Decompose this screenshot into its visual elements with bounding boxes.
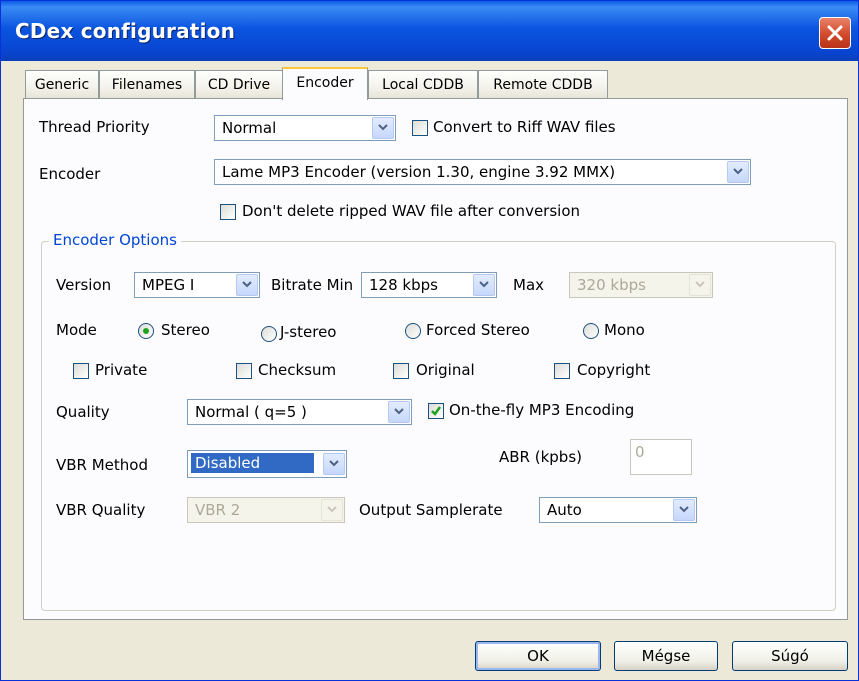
thread-priority-select[interactable]: Normal	[214, 115, 396, 141]
convert-riff-checkbox[interactable]	[412, 120, 428, 136]
checksum-label: Checksum	[258, 361, 337, 379]
version-label: Version	[56, 276, 112, 294]
chevron-down-icon	[673, 499, 695, 521]
mode-stereo-label: Stereo	[161, 321, 210, 339]
tab-filenames[interactable]: Filenames	[99, 70, 195, 99]
copyright-label: Copyright	[577, 361, 651, 379]
abr-input[interactable]: 0	[630, 439, 692, 475]
mode-forced-stereo-label: Forced Stereo	[426, 321, 530, 339]
tab-generic[interactable]: Generic	[25, 70, 99, 99]
close-button[interactable]	[819, 17, 851, 49]
vbr-method-label: VBR Method	[56, 456, 148, 474]
bitrate-max-label: Max	[513, 276, 545, 294]
original-label: Original	[416, 361, 475, 379]
window-title: CDex configuration	[15, 19, 236, 43]
cancel-button[interactable]: Mégse	[614, 641, 718, 671]
bitrate-min-label: Bitrate Min	[271, 276, 354, 294]
tab-cd-drive[interactable]: CD Drive	[195, 70, 283, 99]
abr-label: ABR (kpbs)	[499, 448, 582, 466]
mode-mono-radio[interactable]	[583, 323, 599, 339]
cdex-config-dialog: CDex configuration Generic Filenames CD …	[0, 0, 859, 681]
chevron-down-icon	[321, 499, 343, 521]
chevron-down-icon	[236, 274, 258, 296]
chevron-down-icon	[372, 117, 394, 139]
title-bar[interactable]: CDex configuration	[1, 1, 858, 61]
mode-label: Mode	[56, 321, 97, 339]
vbr-quality-label: VBR Quality	[56, 501, 146, 519]
original-checkbox[interactable]	[393, 363, 409, 379]
private-label: Private	[95, 361, 148, 379]
convert-riff-label: Convert to Riff WAV files	[433, 118, 616, 136]
mode-mono-label: Mono	[604, 321, 645, 339]
mode-jstereo-label: J-stereo	[280, 323, 337, 341]
mode-stereo-radio[interactable]	[138, 323, 154, 339]
bitrate-max-select[interactable]: 320 kbps	[569, 272, 713, 298]
version-select[interactable]: MPEG I	[134, 272, 260, 298]
chevron-down-icon	[727, 161, 749, 183]
quality-label: Quality	[56, 403, 110, 421]
chevron-down-icon	[689, 274, 711, 296]
chevron-down-icon	[388, 401, 410, 423]
chevron-down-icon	[473, 274, 495, 296]
close-icon	[827, 25, 843, 41]
dont-delete-wav-label: Don't delete ripped WAV file after conve…	[242, 202, 581, 220]
on-the-fly-label: On-the-fly MP3 Encoding	[449, 401, 635, 419]
thread-priority-label: Thread Priority	[39, 118, 150, 136]
help-button[interactable]: Súgó	[732, 641, 848, 671]
checksum-checkbox[interactable]	[236, 363, 252, 379]
mode-forced-stereo-radio[interactable]	[405, 323, 421, 339]
encoder-options-group-label: Encoder Options	[49, 231, 181, 249]
ok-button[interactable]: OK	[475, 641, 601, 671]
check-mark-icon	[431, 406, 442, 416]
encoder-label: Encoder	[39, 165, 101, 183]
vbr-quality-select[interactable]: VBR 2	[187, 497, 345, 523]
copyright-checkbox[interactable]	[554, 363, 570, 379]
chevron-down-icon	[323, 453, 345, 475]
private-checkbox[interactable]	[73, 363, 89, 379]
tab-encoder[interactable]: Encoder	[282, 67, 368, 100]
encoder-select[interactable]: Lame MP3 Encoder (version 1.30, engine 3…	[214, 159, 751, 185]
output-samplerate-select[interactable]: Auto	[539, 497, 697, 523]
tab-local-cddb[interactable]: Local CDDB	[368, 70, 478, 99]
output-samplerate-label: Output Samplerate	[359, 501, 503, 519]
mode-jstereo-radio[interactable]	[261, 326, 277, 342]
quality-select[interactable]: Normal ( q=5 )	[187, 399, 412, 425]
vbr-method-select[interactable]: Disabled	[187, 450, 347, 478]
bitrate-min-select[interactable]: 128 kbps	[361, 272, 497, 298]
tab-remote-cddb[interactable]: Remote CDDB	[478, 70, 608, 99]
dont-delete-wav-checkbox[interactable]	[220, 204, 236, 220]
on-the-fly-checkbox[interactable]	[428, 403, 444, 419]
